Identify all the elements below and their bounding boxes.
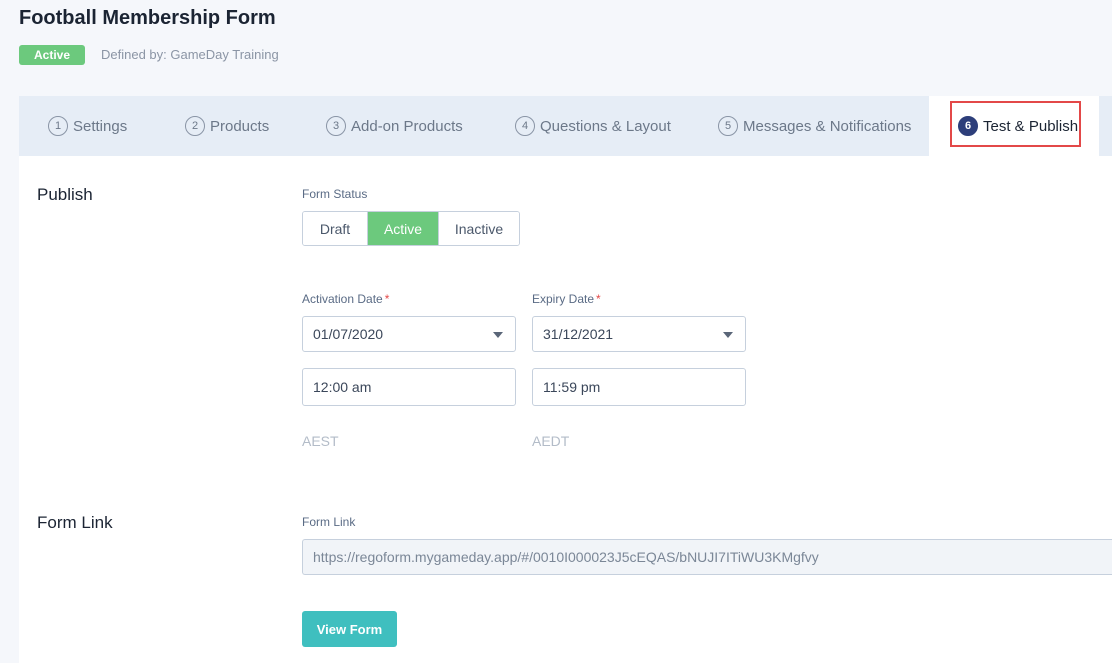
chevron-down-icon <box>493 332 503 338</box>
expiry-date-label-text: Expiry Date <box>532 292 595 306</box>
activation-timezone: AEST <box>302 433 339 449</box>
tab-settings[interactable]: 1 Settings <box>48 96 127 156</box>
chevron-down-icon <box>723 332 733 338</box>
form-link-label: Form Link <box>302 515 356 529</box>
defined-by-text: Defined by: GameDay Training <box>101 47 279 62</box>
activation-date-value: 01/07/2020 <box>313 326 384 342</box>
form-link-url: https://regoform.mygameday.app/#/0010I00… <box>313 549 819 565</box>
activation-time-input[interactable]: 12:00 am <box>302 368 516 406</box>
tab-label: Add-on Products <box>351 117 463 135</box>
expiry-time-input[interactable]: 11:59 pm <box>532 368 746 406</box>
page-title: Football Membership Form <box>19 7 276 29</box>
tab-label: Settings <box>73 117 128 135</box>
form-link-section-title: Form Link <box>37 513 113 532</box>
tab-label: Questions & Layout <box>540 117 671 135</box>
status-badge: Active <box>19 45 85 65</box>
required-marker: * <box>596 292 601 306</box>
view-form-button[interactable]: View Form <box>302 611 397 647</box>
publish-section-title: Publish <box>37 185 93 204</box>
tab-messages-notifications[interactable]: 5 Messages & Notifications <box>718 96 911 156</box>
status-draft-button[interactable]: Draft <box>303 212 367 245</box>
step-number: 2 <box>185 116 205 136</box>
expiry-time-value: 11:59 pm <box>543 379 601 395</box>
activation-time-value: 12:00 am <box>313 379 372 395</box>
expiry-date-value: 31/12/2021 <box>543 326 614 342</box>
tab-label: Test & Publish <box>983 117 1079 135</box>
tab-label: Messages & Notifications <box>743 117 912 135</box>
tab-add-on-products[interactable]: 3 Add-on Products <box>326 96 463 156</box>
step-number: 3 <box>326 116 346 136</box>
step-number: 6 <box>958 116 978 136</box>
step-number: 1 <box>48 116 68 136</box>
activation-date-label: Activation Date * <box>302 292 389 306</box>
tab-bar: 1 Settings 2 Products 3 Add-on Products … <box>19 96 1112 156</box>
tab-products[interactable]: 2 Products <box>185 96 269 156</box>
required-marker: * <box>384 292 390 306</box>
step-number: 4 <box>515 116 535 136</box>
form-status-toggle: Draft Active Inactive <box>302 211 520 246</box>
step-number: 5 <box>718 116 738 136</box>
activation-date-select[interactable]: 01/07/2020 <box>302 316 516 352</box>
form-link-field[interactable]: https://regoform.mygameday.app/#/0010I00… <box>302 539 1112 575</box>
expiry-date-label: Expiry Date * <box>532 292 601 306</box>
form-status-label: Form Status <box>302 187 368 201</box>
activation-date-label-text: Activation Date <box>302 292 383 306</box>
expiry-timezone: AEDT <box>532 433 570 449</box>
main-content <box>19 156 1112 663</box>
tab-label: Products <box>210 117 270 135</box>
status-inactive-button[interactable]: Inactive <box>438 212 519 245</box>
status-active-button[interactable]: Active <box>367 212 438 245</box>
expiry-date-select[interactable]: 31/12/2021 <box>532 316 746 352</box>
tab-test-publish[interactable]: 6 Test & Publish <box>929 96 1099 156</box>
tab-questions-layout[interactable]: 4 Questions & Layout <box>515 96 671 156</box>
